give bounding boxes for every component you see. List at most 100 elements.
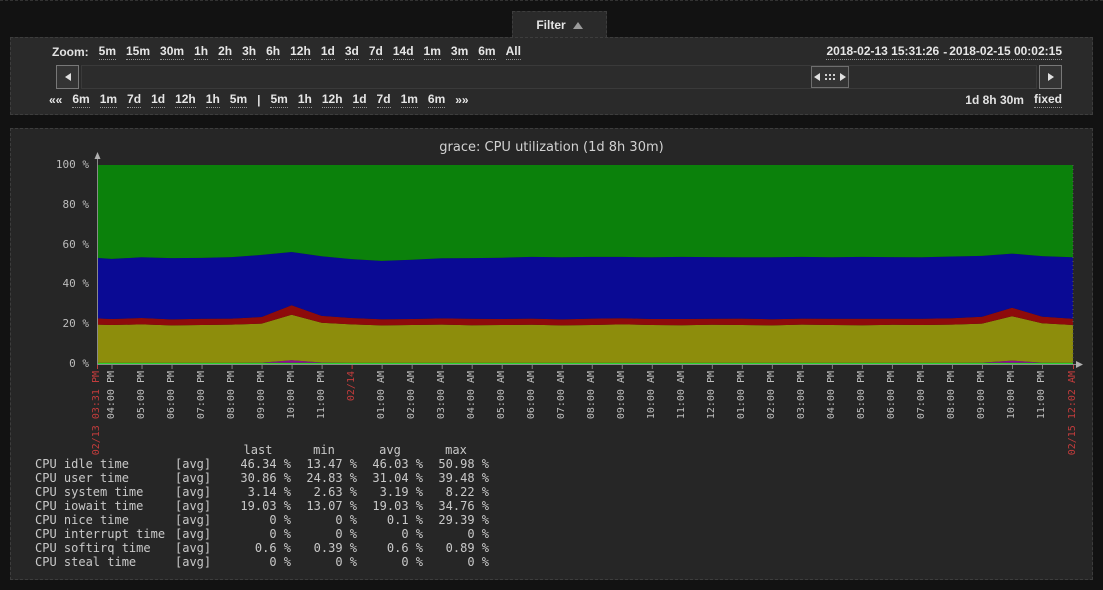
y-tick-label: 0 % <box>69 357 89 370</box>
legend-name: CPU idle time <box>35 457 129 471</box>
scrollbar-left-button[interactable] <box>56 65 79 89</box>
zoom-link-all[interactable]: All <box>505 44 521 60</box>
nav-fwd-link-1h[interactable]: 1h <box>297 92 312 108</box>
zoom-link-1m[interactable]: 1m <box>423 44 441 60</box>
legend-name: CPU softirq time <box>35 541 151 555</box>
legend-row: CPU softirq time [avg] 0.6 % 0.39 % 0.6 % 0.8… <box>19 541 489 555</box>
x-tick-label: 02:00 PM <box>765 371 777 420</box>
x-tick-label: 12:00 PM <box>705 371 717 420</box>
handle-left-icon <box>814 73 820 81</box>
y-tick-label: 100 % <box>55 158 89 171</box>
legend-value-avg: 3.19 % <box>379 485 423 499</box>
legend-value-max: 0 % <box>467 555 489 569</box>
nav-fwd-link-7d[interactable]: 7d <box>376 92 391 108</box>
legend-row: CPU system time [avg] 3.14 % 2.63 % 3.19 % 8.… <box>19 485 489 499</box>
nav-back-link-7d[interactable]: 7d <box>127 92 142 108</box>
zoom-link-12h[interactable]: 12h <box>290 44 311 60</box>
nav-fwd-link-5m[interactable]: 5m <box>270 92 288 108</box>
nav-next-link[interactable]: »» <box>455 93 468 107</box>
legend-value-min: 0.39 % <box>313 541 357 555</box>
legend-header-min: min <box>313 443 335 457</box>
x-axis-arrow-icon <box>1076 361 1083 368</box>
legend-header-row: last min avg max <box>19 443 489 457</box>
arrow-right-icon <box>1047 73 1054 81</box>
x-tick-label: 10:00 PM <box>285 371 297 420</box>
zoom-link-3m[interactable]: 3m <box>450 44 469 60</box>
x-tick-label: 03:00 PM <box>795 371 807 420</box>
zoom-link-6m[interactable]: 6m <box>478 44 496 60</box>
scrollbar-handle[interactable] <box>811 66 849 88</box>
legend-value-max: 50.98 % <box>438 457 489 471</box>
zoom-link-15m[interactable]: 15m <box>126 44 151 60</box>
legend-row: CPU interrupt time [avg] 0 % 0 % 0 % 0 % <box>19 527 489 541</box>
zoom-link-30m[interactable]: 30m <box>160 44 185 60</box>
collapse-up-icon <box>572 21 583 29</box>
x-tick-label: 04:00 AM <box>465 371 477 420</box>
x-tick-label: 06:00 AM <box>525 371 537 420</box>
nav-back-link-1d[interactable]: 1d <box>151 92 166 108</box>
fixed-link[interactable]: fixed <box>1033 92 1062 108</box>
legend-func: [avg] <box>175 499 212 513</box>
x-tick-label: 06:00 PM <box>165 371 177 420</box>
zoom-link-1d[interactable]: 1d <box>320 44 335 60</box>
legend-value-min: 2.63 % <box>313 485 357 499</box>
legend-value-last: 0.6 % <box>254 541 291 555</box>
nav-back-link-1h[interactable]: 1h <box>205 92 220 108</box>
nav-fwd-link-1d[interactable]: 1d <box>352 92 367 108</box>
legend-value-last: 19.03 % <box>240 499 291 513</box>
nav-back-link-12h[interactable]: 12h <box>175 92 196 108</box>
nav-row: «« 6m 1m 7d 1d 12h 1h 5m | 5m 1h 12h 1d 7d 1m 6m »» … <box>11 92 1092 108</box>
legend-func: [avg] <box>175 527 212 541</box>
legend-func: [avg] <box>175 457 212 471</box>
x-tick-label: 11:00 PM <box>315 371 327 420</box>
legend-row: CPU steal time [avg] 0 % 0 % 0 % 0 % <box>19 555 489 569</box>
arrow-left-icon <box>64 73 71 81</box>
date-to-link[interactable]: 2018-02-15 00:02:15 <box>949 44 1062 60</box>
zoom-link-3h[interactable]: 3h <box>242 44 257 60</box>
graph-plot-area[interactable] <box>97 165 1073 364</box>
legend-row: CPU user time [avg] 30.86 % 24.83 % 31.04 % 3… <box>19 471 489 485</box>
nav-right-links: 5m 1h 12h 1d 7d 1m 6m <box>265 92 450 108</box>
legend-value-last: 0 % <box>269 527 291 541</box>
nav-fwd-link-6m[interactable]: 6m <box>427 92 446 108</box>
zoom-link-1h[interactable]: 1h <box>194 44 209 60</box>
scrollbar-track[interactable] <box>81 65 1037 89</box>
legend-value-last: 46.34 % <box>240 457 291 471</box>
nav-left-links: 6m 1m 7d 1d 12h 1h 5m <box>67 92 252 108</box>
nav-back-link-6m[interactable]: 6m <box>72 92 90 108</box>
nav-fwd-link-12h[interactable]: 12h <box>321 92 343 108</box>
zoom-link-14d[interactable]: 14d <box>392 44 414 60</box>
y-tick-label: 40 % <box>62 277 90 291</box>
nav-separator: | <box>257 93 261 107</box>
x-tick-label: 11:00 PM <box>1035 371 1047 420</box>
legend-row: CPU iowait time [avg] 19.03 % 13.07 % 19.03 … <box>19 499 489 513</box>
time-filter-panel: Zoom: 5m 15m 30m 1h 2h 3h 6h 12h 1d 3d 7d 14d 1m 3m 6m… <box>10 37 1093 115</box>
y-tick-label: 20 % <box>62 317 90 331</box>
x-tick-label: 05:00 AM <box>495 371 507 420</box>
legend-name: CPU user time <box>35 471 129 485</box>
nav-fwd-link-1m[interactable]: 1m <box>400 92 418 108</box>
legend-row: CPU idle time [avg] 46.34 % 13.47 % 46.03 % 5… <box>19 457 489 471</box>
date-from-link[interactable]: 2018-02-13 15:31:26 <box>826 44 940 60</box>
legend-value-max: 29.39 % <box>438 513 489 527</box>
legend-value-max: 0.89 % <box>445 541 489 555</box>
legend-value-avg: 31.04 % <box>372 471 423 485</box>
zoom-link-5m[interactable]: 5m <box>98 44 116 60</box>
nav-prev-link[interactable]: «« <box>49 93 62 107</box>
scrollbar-right-button[interactable] <box>1039 65 1062 89</box>
nav-back-link-1m[interactable]: 1m <box>99 92 118 108</box>
legend-func: [avg] <box>175 485 212 499</box>
period-label: 1d 8h 30m <box>965 93 1024 107</box>
time-scrollbar <box>56 65 1062 89</box>
zoom-link-3d[interactable]: 3d <box>344 44 359 60</box>
zoom-link-7d[interactable]: 7d <box>368 44 383 60</box>
graph-panel: grace: CPU utilization (1d 8h 30m) 0 % 20… <box>10 128 1093 580</box>
legend-name: CPU iowait time <box>35 499 144 513</box>
filter-tab[interactable]: Filter <box>512 11 607 38</box>
legend-name: CPU interrupt time <box>35 527 166 541</box>
zoom-link-2h[interactable]: 2h <box>218 44 233 60</box>
legend-value-min: 24.83 % <box>306 471 357 485</box>
zoom-link-6h[interactable]: 6h <box>266 44 281 60</box>
date-range-separator: - <box>943 45 948 59</box>
nav-back-link-5m[interactable]: 5m <box>229 92 248 108</box>
